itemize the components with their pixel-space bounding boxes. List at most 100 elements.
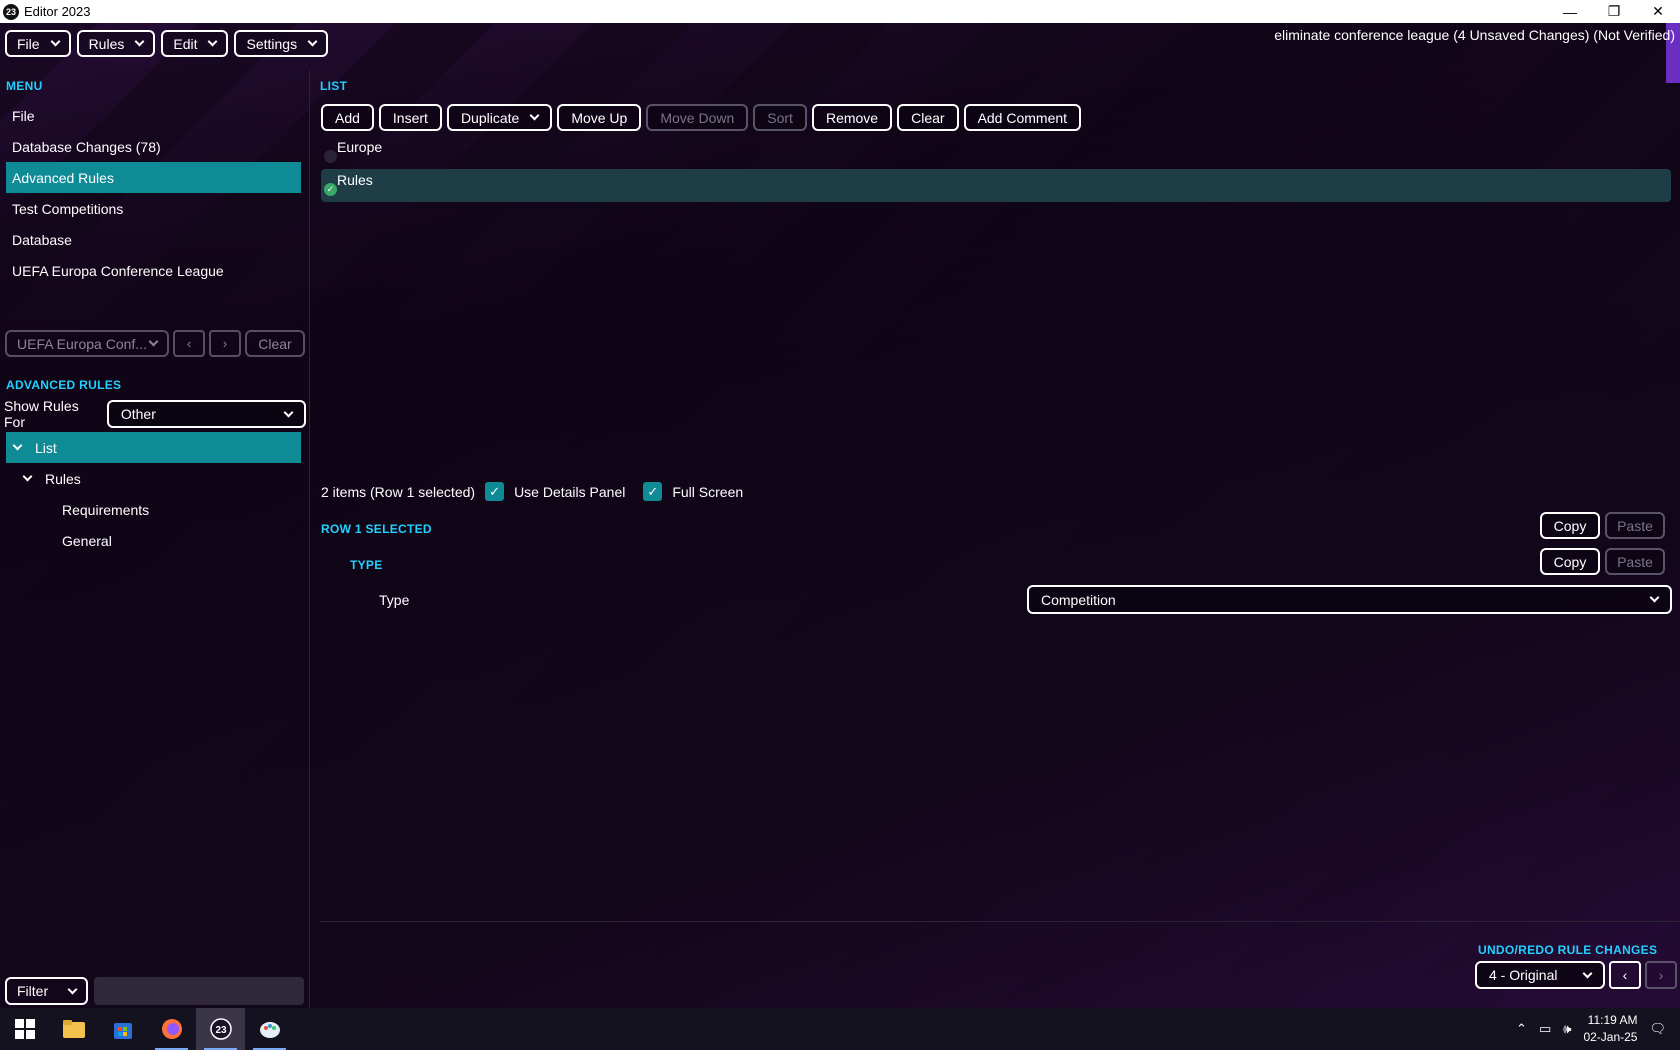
menu-list: File Database Changes (78) Advanced Rule… bbox=[6, 100, 301, 286]
chevron-down-icon[interactable] bbox=[12, 440, 23, 451]
notification-icon[interactable]: 🗨 bbox=[1649, 1021, 1666, 1037]
restore-button[interactable]: ❐ bbox=[1592, 0, 1636, 23]
tree-item-requirements[interactable]: Requirements bbox=[6, 494, 301, 525]
copy-button[interactable]: Copy bbox=[1540, 512, 1600, 539]
rules-tree: List Rules Requirements General bbox=[6, 432, 301, 556]
full-screen-checkbox[interactable]: ✓ bbox=[643, 482, 663, 501]
show-rules-dropdown[interactable]: Other bbox=[106, 400, 306, 428]
menu-item-file[interactable]: File bbox=[6, 100, 301, 131]
nav-next-button[interactable]: › bbox=[209, 330, 241, 357]
folder-icon bbox=[62, 1020, 85, 1038]
minimize-button[interactable]: — bbox=[1548, 0, 1592, 23]
sort-button[interactable]: Sort bbox=[753, 104, 807, 131]
menu-item-label: File bbox=[12, 107, 35, 124]
filter-button[interactable]: Filter bbox=[5, 977, 88, 1005]
competition-dropdown[interactable]: UEFA Europa Conf... bbox=[5, 330, 169, 357]
close-button[interactable]: ✕ bbox=[1636, 0, 1680, 23]
competition-nav-row: UEFA Europa Conf... ‹ › Clear bbox=[5, 330, 305, 357]
nav-clear-button[interactable]: Clear bbox=[245, 330, 305, 357]
remove-button[interactable]: Remove bbox=[811, 104, 893, 131]
type-dropdown[interactable]: Competition bbox=[1027, 585, 1672, 614]
insert-button[interactable]: Insert bbox=[378, 104, 442, 131]
system-tray: ⌃ ▭ 🕪 11:19 AM 02-Jan-25 🗨 bbox=[1516, 1008, 1680, 1050]
add-comment-button[interactable]: Add Comment bbox=[963, 104, 1082, 131]
move-down-button[interactable]: Move Down bbox=[646, 104, 749, 131]
tree-item-list[interactable]: List bbox=[6, 432, 301, 463]
move-up-button[interactable]: Move Up bbox=[557, 104, 642, 131]
fm-editor-button[interactable]: 23 bbox=[196, 1008, 245, 1050]
firefox-icon bbox=[161, 1019, 182, 1039]
nav-prev-button[interactable]: ‹ bbox=[173, 330, 205, 357]
settings-menu-button[interactable]: Settings bbox=[234, 30, 329, 57]
settings-menu-label: Settings bbox=[246, 35, 298, 52]
menu-item-test-competitions[interactable]: Test Competitions bbox=[6, 193, 301, 224]
list-row[interactable]: ✓ Rules bbox=[321, 169, 1671, 202]
paste-button[interactable]: Paste bbox=[1605, 512, 1665, 539]
chevron-down-icon bbox=[67, 984, 78, 994]
edit-menu-button[interactable]: Edit bbox=[161, 30, 229, 57]
file-menu-button[interactable]: File bbox=[5, 30, 71, 57]
tree-item-general[interactable]: General bbox=[6, 525, 301, 556]
tree-item-label: Rules bbox=[45, 470, 81, 487]
paint-button[interactable] bbox=[245, 1008, 294, 1050]
chevron-down-icon bbox=[1649, 592, 1660, 603]
copy-button[interactable]: Copy bbox=[1540, 548, 1600, 575]
filter-input[interactable] bbox=[94, 977, 304, 1005]
paste-button[interactable]: Paste bbox=[1605, 548, 1665, 575]
clock[interactable]: 11:19 AM 02-Jan-25 bbox=[1583, 1012, 1637, 1046]
volume-icon[interactable]: 🕪 bbox=[1563, 1021, 1571, 1037]
chevron-down-icon bbox=[208, 36, 218, 47]
edit-menu-label: Edit bbox=[173, 35, 198, 52]
show-rules-label: Show Rules For bbox=[4, 398, 79, 430]
duplicate-label: Duplicate bbox=[460, 109, 520, 126]
list-rows: Europe ✓ Rules bbox=[321, 136, 1671, 202]
menu-item-label: Test Competitions bbox=[12, 200, 124, 217]
chevron-down-icon bbox=[1582, 968, 1593, 978]
paint-icon bbox=[259, 1022, 280, 1038]
menu-item-label: Advanced Rules bbox=[12, 169, 114, 186]
competition-dropdown-value: UEFA Europa Conf... bbox=[17, 335, 147, 352]
type-section-title: TYPE bbox=[350, 558, 383, 572]
row-status-icon bbox=[324, 150, 337, 163]
row-copy-paste: Copy Paste bbox=[1540, 512, 1665, 539]
list-info-row: 2 items (Row 1 selected) ✓ Use Details P… bbox=[321, 482, 751, 501]
chevron-up-icon[interactable]: ⌃ bbox=[1516, 1021, 1527, 1037]
undo-button[interactable]: ‹ bbox=[1609, 961, 1641, 989]
chevron-down-icon bbox=[283, 407, 294, 417]
file-explorer-button[interactable] bbox=[49, 1008, 98, 1050]
rules-menu-button[interactable]: Rules bbox=[76, 30, 156, 57]
store-icon bbox=[113, 1023, 132, 1039]
menu-item-advanced-rules[interactable]: Advanced Rules bbox=[6, 162, 301, 193]
type-field-label: Type bbox=[379, 592, 410, 608]
show-rules-row: Show Rules For Other bbox=[4, 398, 306, 430]
undo-history-dropdown[interactable]: 4 - Original bbox=[1475, 961, 1605, 989]
use-details-label: Use Details Panel bbox=[514, 483, 626, 500]
add-button[interactable]: Add bbox=[321, 104, 374, 131]
start-button[interactable] bbox=[0, 1008, 49, 1050]
list-row[interactable]: Europe bbox=[321, 136, 1671, 169]
file-menu-label: File bbox=[17, 35, 40, 52]
check-icon: ✓ bbox=[324, 183, 337, 196]
use-details-checkbox[interactable]: ✓ bbox=[485, 482, 505, 501]
duplicate-button[interactable]: Duplicate bbox=[446, 104, 553, 131]
list-section-title: LIST bbox=[320, 79, 348, 93]
tree-item-label: List bbox=[35, 439, 57, 456]
firefox-button[interactable] bbox=[147, 1008, 196, 1050]
items-count-text: 2 items (Row 1 selected) bbox=[321, 483, 476, 500]
taskbar: 23 ⌃ ▭ 🕪 11:19 AM 02-Jan-25 🗨 bbox=[0, 1008, 1680, 1050]
network-icon[interactable]: ▭ bbox=[1539, 1021, 1551, 1037]
file-status-text: eliminate conference league (4 Unsaved C… bbox=[1274, 27, 1675, 43]
store-button[interactable] bbox=[98, 1008, 147, 1050]
chevron-down-icon[interactable] bbox=[22, 471, 33, 482]
clear-button[interactable]: Clear bbox=[897, 104, 959, 131]
advanced-rules-title: ADVANCED RULES bbox=[6, 378, 122, 392]
tree-item-rules[interactable]: Rules bbox=[6, 463, 301, 494]
menu-item-competition[interactable]: UEFA Europa Conference League bbox=[6, 255, 301, 286]
undo-history-value: 4 - Original bbox=[1489, 967, 1558, 983]
menu-item-label: UEFA Europa Conference League bbox=[12, 262, 224, 279]
menu-item-database[interactable]: Database bbox=[6, 224, 301, 255]
menu-item-database-changes[interactable]: Database Changes (78) bbox=[6, 131, 301, 162]
list-row-label: Rules bbox=[337, 172, 373, 188]
undo-redo-row: 4 - Original ‹ › bbox=[1475, 961, 1677, 989]
redo-button[interactable]: › bbox=[1645, 961, 1677, 989]
